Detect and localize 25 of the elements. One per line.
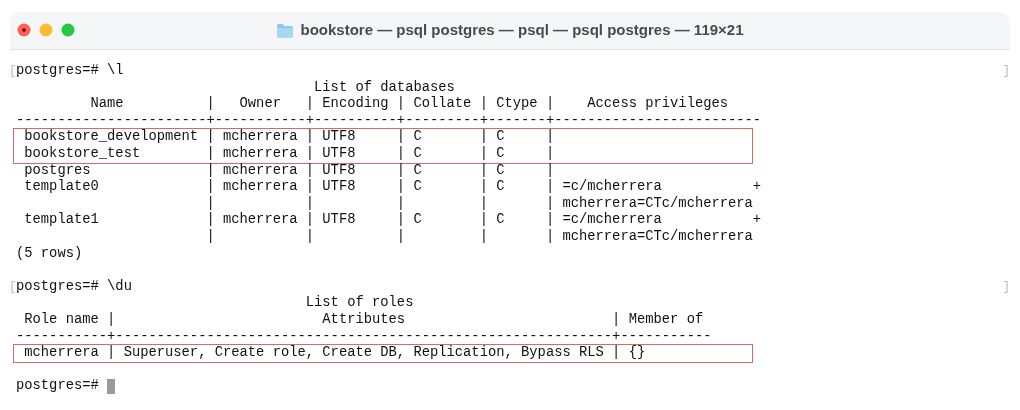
terminal-line: postgres=# [16, 378, 100, 395]
terminal-line: bookstore_test | mcherrera | UTF8 | C | C | [23, 145, 555, 163]
mark-bracket-icon [1004, 65, 1008, 77]
terminal-line: template1 | mcherrera | UTF8 | C | C | =c/mcherrera + [23, 212, 762, 229]
terminal-line: | | | | | mcherrera=CTc/mcherrera [205, 228, 753, 246]
terminal-line: List of roles [304, 295, 414, 312]
close-button[interactable] [17, 23, 31, 37]
terminal-line: mcherrera | Superuser, Create role, Create DB, Replication, Bypass RLS | {} [23, 345, 646, 362]
terminal-line: postgres | mcherrera | UTF8 | C | C | [23, 162, 555, 179]
terminal-line: Role name | Attributes | Member of [23, 311, 704, 329]
terminal-line: bookstore_development | mcherrera | UTF8 | C | C | [23, 129, 555, 146]
terminal-line: -----------------------+-----------+----------+---------+-------+------------------------- [16, 112, 762, 129]
folder-icon [276, 23, 295, 38]
mark-bracket-icon [1004, 280, 1008, 293]
minimize-button[interactable] [39, 23, 53, 37]
terminal-line: | | | | | mcherrera=CTc/mcherrera [205, 195, 753, 212]
terminal-line: Name | Owner | Encoding | Collate | Ctype | Access privileges [89, 96, 729, 113]
terminal-line: postgres=# \du [16, 278, 132, 296]
window-title: bookstore — psql postgres — psql — psql postgres — 119×21 [300, 20, 744, 41]
terminal-line: List of databases [313, 79, 455, 96]
terminal-line: postgres=# \l [16, 63, 124, 80]
terminal-line: template0 | mcherrera | UTF8 | C | C | =c/mcherrera + [23, 179, 762, 196]
terminal-line: (5 rows) [16, 245, 83, 263]
zoom-button[interactable] [61, 23, 75, 37]
terminal-line: -----------+------------------------------------------------------------+----------- [16, 328, 712, 345]
